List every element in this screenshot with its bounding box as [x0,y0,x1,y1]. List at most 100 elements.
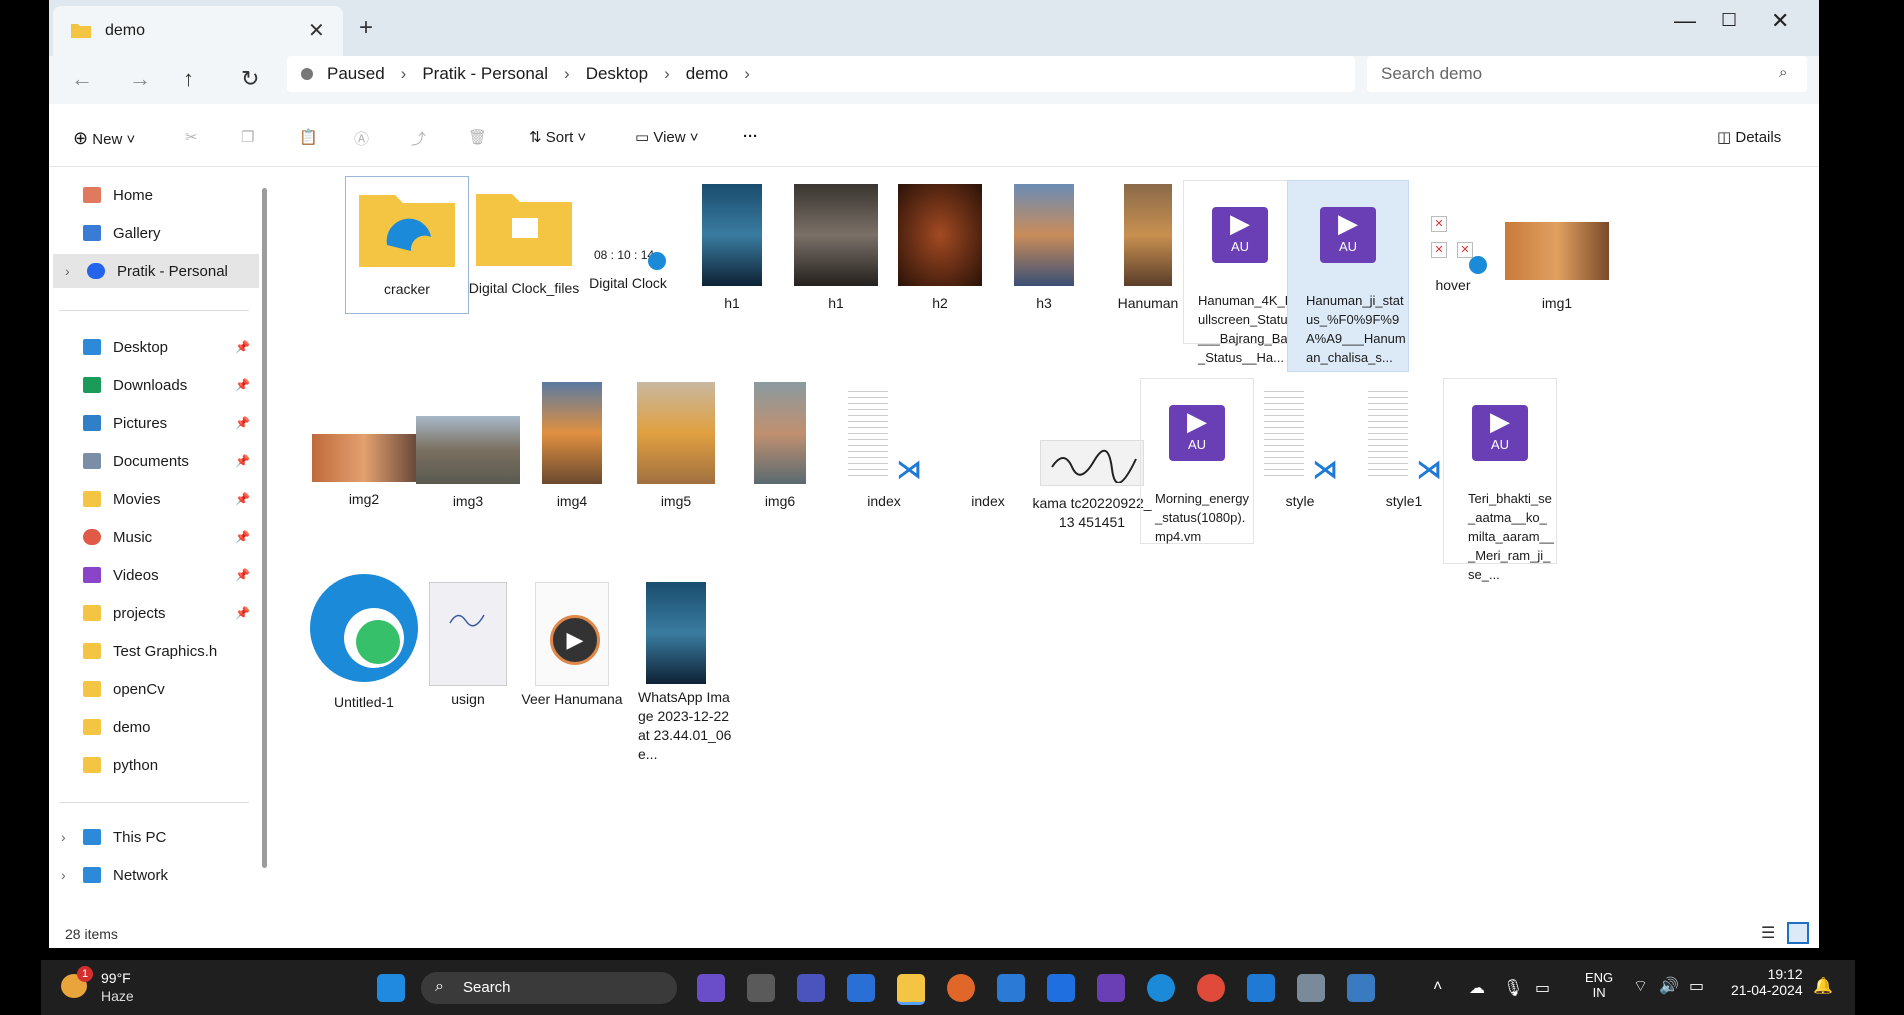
app-icon[interactable] [1297,974,1325,1002]
file-item[interactable]: kama tc20220922_13 451451 [1032,382,1152,532]
sidebar-item-network[interactable]: › Network [49,858,259,892]
edge-icon[interactable] [1147,974,1175,1002]
firefox-icon[interactable] [947,974,975,1002]
tab-demo[interactable]: demo ✕ [53,6,343,56]
python-icon[interactable] [1347,974,1375,1002]
file-item[interactable]: h3 [984,184,1104,313]
share-icon[interactable]: ⤴ [411,128,426,149]
sidebar-item-gallery[interactable]: Gallery [49,216,259,250]
language-indicator[interactable]: ENG IN [1585,970,1613,1000]
sidebar-item-music[interactable]: Music 📌 [49,520,259,554]
file-item[interactable]: img1 [1497,184,1617,313]
media-player-icon[interactable] [1097,974,1125,1002]
address-bar[interactable]: Paused › Pratik - Personal › Desktop › d… [287,56,1355,92]
sidebar-item-desktop[interactable]: Desktop 📌 [49,330,259,364]
file-item-selected[interactable]: ▶ AU Hanuman_ji_status_%F0%9F%9A%A9___Han… [1287,180,1409,372]
chevron-right-icon[interactable]: › [61,867,66,883]
refresh-icon[interactable]: ↻ [241,66,259,92]
rename-icon[interactable]: Ⓐ [354,128,369,149]
breadcrumb-pratik-personal[interactable]: Pratik - Personal [422,64,548,84]
file-item[interactable]: ▶ Veer Hanumana [512,572,632,709]
pin-icon[interactable]: 📌 [235,340,250,354]
chevron-right-icon[interactable]: › [65,263,70,279]
pin-icon[interactable]: 📌 [235,530,250,544]
pin-icon[interactable]: 📌 [235,416,250,430]
device-icon[interactable]: ▭ [1535,978,1550,998]
file-item[interactable]: h1 [672,184,792,313]
file-item[interactable]: cracker [345,176,469,314]
delete-icon[interactable]: 🗑 [468,128,487,146]
file-item[interactable]: img5 [616,382,736,511]
file-item[interactable]: 08 : 10 : 14 Digital Clock [568,184,688,293]
file-item[interactable]: index [928,382,1048,511]
details-button[interactable]: ◫ Details [1717,128,1781,146]
paste-icon[interactable]: 📋 [299,128,318,146]
file-item[interactable]: h1 [776,184,896,313]
up-arrow-icon[interactable]: ↑ [183,66,194,92]
sidebar-item-videos[interactable]: Videos 📌 [49,558,259,592]
chrome-icon[interactable] [1197,974,1225,1002]
sidebar-scrollbar[interactable] [262,188,267,868]
file-item[interactable]: img6 [720,382,840,511]
wifi-icon[interactable]: ⌔ [1633,976,1648,996]
teams-icon[interactable] [797,974,825,1002]
file-item[interactable]: ▶ AU Teri_bhakti_se_aatma__ko_milta_aaram… [1443,378,1557,582]
clock[interactable]: 19:12 21-04-2024 [1731,966,1803,998]
sidebar-item-projects[interactable]: projects 📌 [49,596,259,630]
file-item[interactable]: WhatsApp Image 2023-12-22 at 23.44.01_06… [616,572,736,764]
pin-icon[interactable]: 📌 [235,492,250,506]
cut-icon[interactable]: ✂ [185,128,198,146]
sidebar-item-test-graphics[interactable]: Test Graphics.h [49,634,259,668]
file-item[interactable]: ▶ AU Morning_energy_status(1080p).mp4.vm [1140,378,1254,544]
chevron-right-icon[interactable]: › [61,829,66,845]
dropbox-icon[interactable] [1047,974,1075,1002]
pin-icon[interactable]: 📌 [235,378,250,392]
list-view-icon[interactable]: ☰ [1761,923,1775,943]
file-explorer-icon[interactable] [897,974,925,1005]
pin-icon[interactable]: 📌 [235,454,250,468]
task-view-icon[interactable] [747,974,775,1002]
new-button[interactable]: ⊕ New ˅ [73,128,135,149]
file-item[interactable]: h2 [880,184,1000,313]
file-item[interactable]: img4 [512,382,632,511]
battery-icon[interactable]: ▭ [1689,976,1704,996]
close-window-button[interactable]: ✕ [1771,8,1789,34]
chevron-up-icon[interactable]: ˄ [1433,978,1442,996]
volume-icon[interactable]: 🔊 [1659,976,1679,996]
file-item[interactable]: usign [408,572,528,709]
vscode-icon[interactable] [1247,974,1275,1002]
back-arrow-icon[interactable]: ← [71,66,93,92]
sidebar-item-opencv[interactable]: openCv [49,672,259,706]
chevron-right-icon[interactable]: › [744,64,750,84]
microphone-icon[interactable]: 🎙 [1503,978,1523,998]
copy-icon[interactable]: ❐ [241,128,254,146]
more-options-button[interactable]: ··· [743,128,758,145]
sidebar-item-pictures[interactable]: Pictures 📌 [49,406,259,440]
file-item[interactable]: ⋊ style [1240,382,1360,511]
new-tab-button[interactable]: + [359,14,373,42]
sort-button[interactable]: ⇅ Sort ˅ [529,128,586,146]
breadcrumb-demo[interactable]: demo [686,64,729,84]
pin-icon[interactable]: 📌 [235,606,250,620]
file-item[interactable]: ▶ AU Hanuman_4K_Fullscreen_Status___Bajra… [1183,180,1297,365]
sidebar-item-this-pc[interactable]: › This PC [49,820,259,854]
search-input[interactable]: Search demo ⌕ [1367,56,1807,92]
sidebar-item-movies[interactable]: Movies 📌 [49,482,259,516]
sidebar-item-pratik-personal[interactable]: › Pratik - Personal [53,254,259,288]
close-tab-icon[interactable]: ✕ [308,18,325,43]
store-icon[interactable] [997,974,1025,1002]
taskbar-search[interactable]: ⌕ Search [421,972,677,1004]
file-item[interactable]: Digital Clock_files [464,184,584,298]
sidebar-item-downloads[interactable]: Downloads 📌 [49,368,259,402]
maximize-button[interactable]: ☐ [1721,10,1737,31]
sidebar-item-python[interactable]: python [49,748,259,782]
forward-arrow-icon[interactable]: → [129,66,151,92]
breadcrumb-paused[interactable]: Paused [327,64,385,84]
tiles-view-icon[interactable] [1787,922,1809,944]
file-item[interactable]: img2 [304,382,424,509]
pin-icon[interactable]: 📌 [235,568,250,582]
view-button[interactable]: ▭ View ˅ [635,128,699,146]
breadcrumb-desktop[interactable]: Desktop [586,64,648,84]
copilot-icon[interactable] [697,974,725,1002]
cloud-icon[interactable]: ☁ [1469,978,1485,998]
